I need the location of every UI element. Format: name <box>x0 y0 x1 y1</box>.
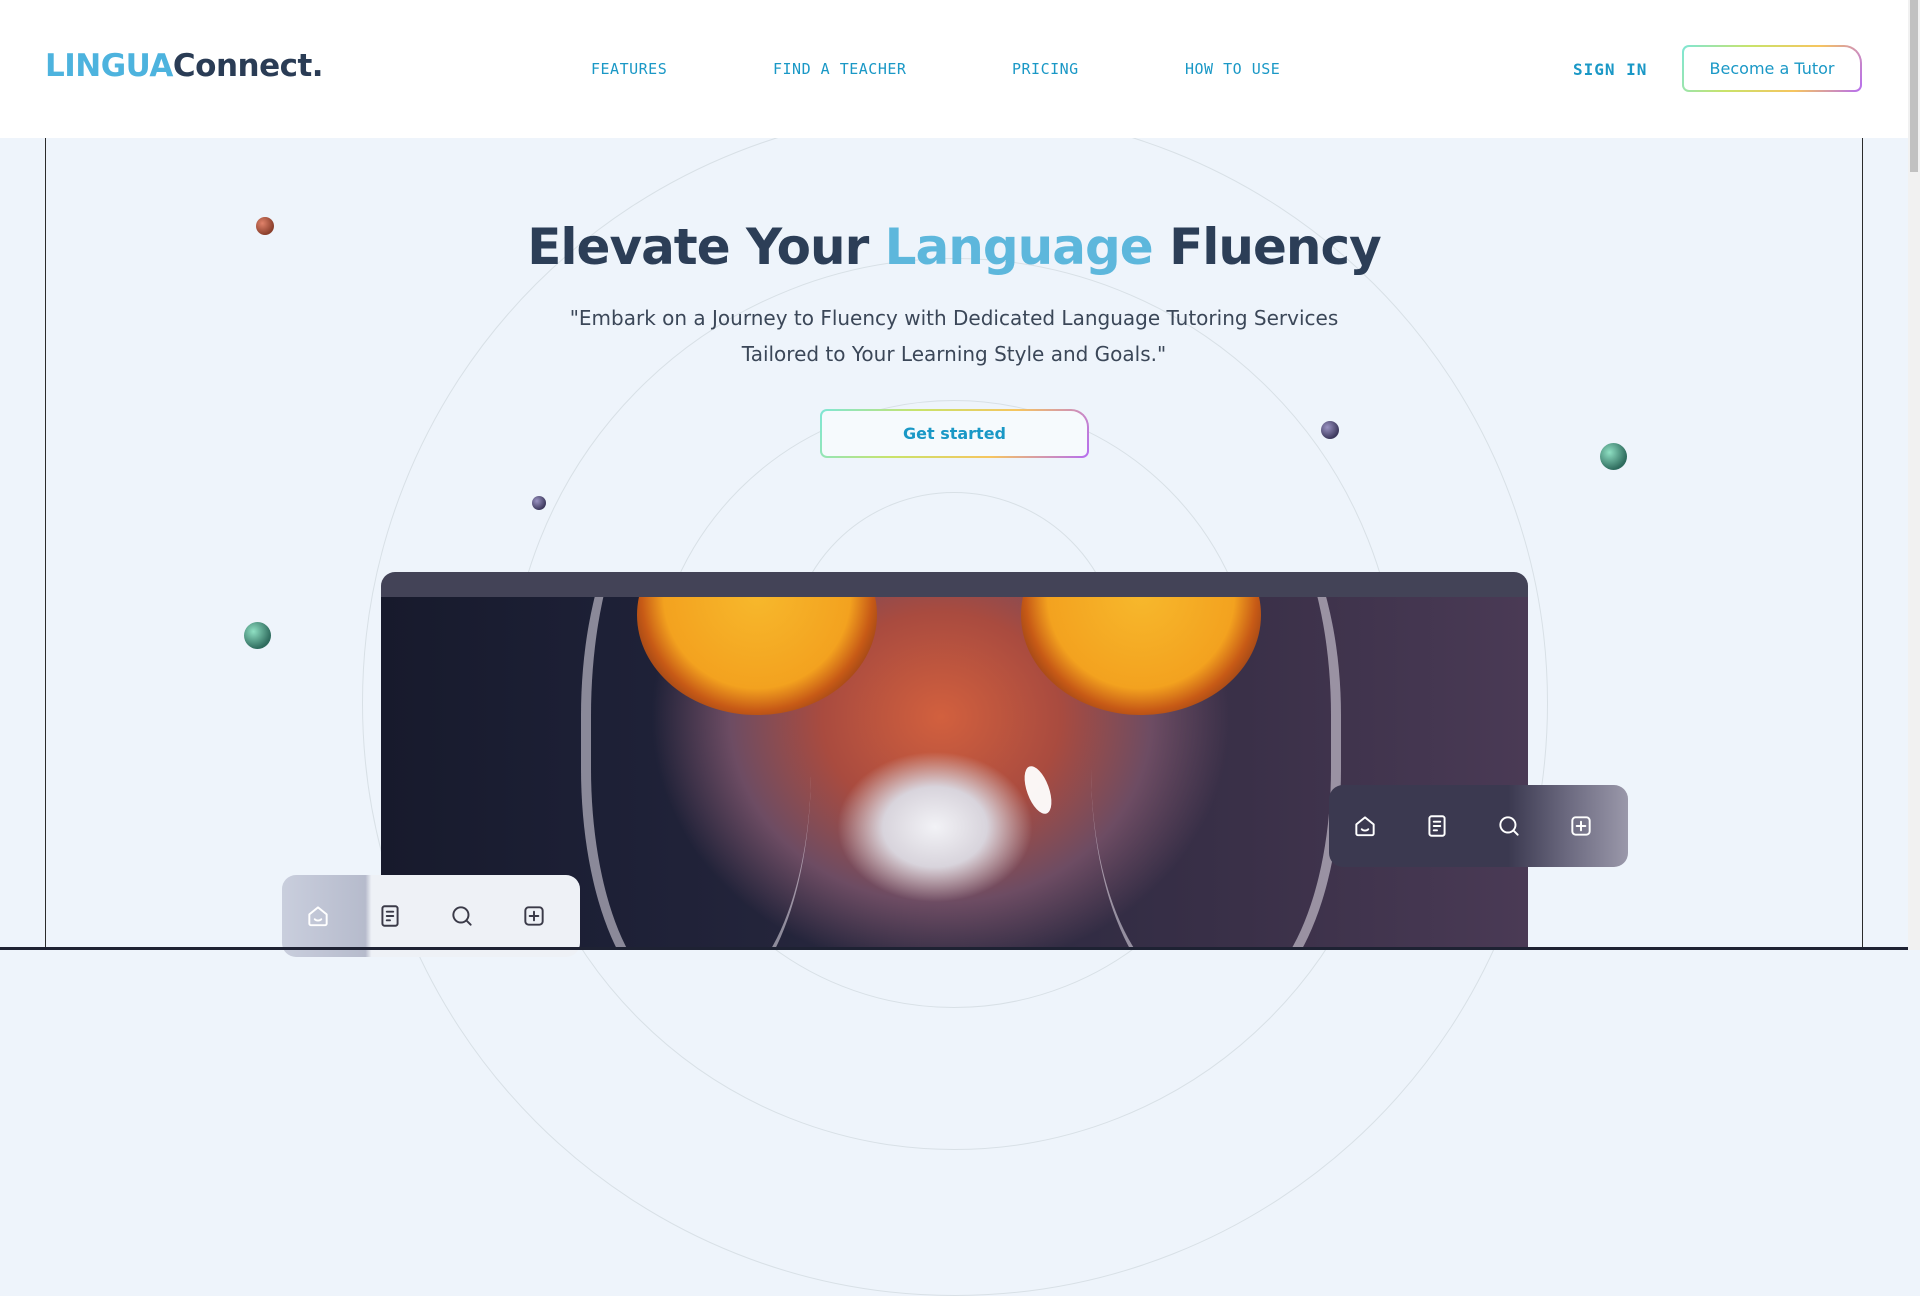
hero-title-pre: Elevate Your <box>527 218 885 276</box>
become-tutor-button[interactable]: Become a Tutor <box>1682 45 1862 92</box>
home-icon[interactable] <box>1329 790 1401 862</box>
floating-toolbar-right <box>1329 785 1628 867</box>
sign-in-link[interactable]: SIGN IN <box>1573 60 1647 79</box>
nav-features[interactable]: FEATURES <box>591 60 667 78</box>
document-icon[interactable] <box>1401 790 1473 862</box>
search-icon[interactable] <box>426 880 498 952</box>
nav-pricing[interactable]: PRICING <box>1012 60 1079 78</box>
get-started-button[interactable]: Get started <box>820 409 1089 458</box>
brand-logo-part2: Connect. <box>172 48 324 84</box>
orb-green-left <box>244 622 271 649</box>
nav-find-teacher[interactable]: FIND A TEACHER <box>773 60 906 78</box>
orb-green-right <box>1600 443 1627 470</box>
hero-title: Elevate Your Language Fluency <box>0 218 1908 276</box>
brand-logo-part1: LINGUA <box>45 48 173 84</box>
floating-toolbar-left <box>282 875 580 957</box>
hero-title-post: Fluency <box>1152 218 1382 276</box>
document-icon[interactable] <box>354 880 426 952</box>
brand-logo[interactable]: LINGUAConnect. <box>45 48 324 84</box>
orb-orange <box>256 217 274 235</box>
scrollbar-thumb[interactable] <box>1910 0 1918 172</box>
device-frame-top <box>381 572 1528 598</box>
orb-purple-right <box>1321 421 1339 439</box>
hero-subtitle: "Embark on a Journey to Fluency with Ded… <box>569 306 1339 366</box>
add-icon[interactable] <box>1545 790 1617 862</box>
add-icon[interactable] <box>498 880 570 952</box>
robot-face-edge-left <box>581 597 811 950</box>
home-icon[interactable] <box>282 880 354 952</box>
search-icon[interactable] <box>1473 790 1545 862</box>
robot-face-edge-right <box>1091 597 1341 950</box>
nav-how-to-use[interactable]: HOW TO USE <box>1185 60 1280 78</box>
scrollbar[interactable] <box>1908 0 1920 950</box>
site-header: LINGUAConnect. FEATURES FIND A TEACHER P… <box>0 0 1908 138</box>
orb-purple-small <box>532 496 546 510</box>
hero-title-highlight: Language <box>884 218 1154 276</box>
